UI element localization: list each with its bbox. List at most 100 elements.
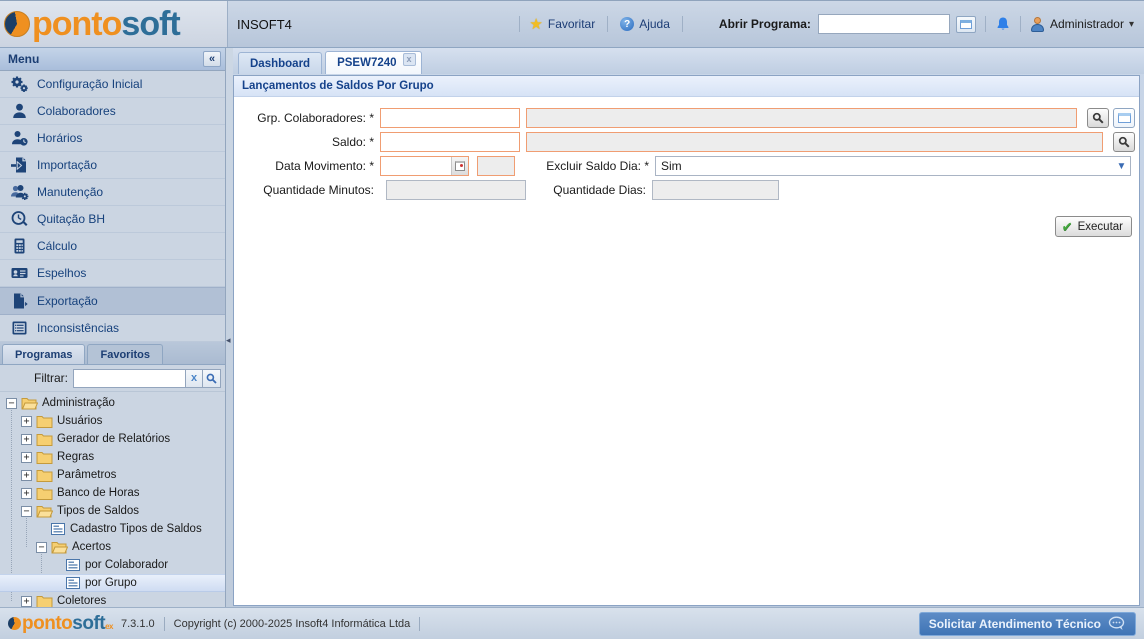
tab-dashboard[interactable]: Dashboard [238, 52, 322, 74]
tab-programas[interactable]: Programas [2, 344, 85, 364]
tree-node-gerador-de-relatorios[interactable]: + Gerador de Relatórios [0, 430, 225, 448]
tree-node-banco-de-horas[interactable]: + Banco de Horas [0, 484, 225, 502]
saldo-label: Saldo: * [234, 135, 380, 149]
open-folder-icon [51, 540, 68, 554]
open-program-label: Abrir Programa: [719, 17, 811, 31]
collapse-node-icon[interactable]: − [6, 398, 17, 409]
help-button[interactable]: ? Ajuda [620, 17, 670, 31]
user-menu[interactable]: Administrador ▾ [1030, 17, 1134, 32]
sidebar-item-exportacao[interactable]: Exportação [0, 287, 225, 315]
tree-node-label: Coletores [57, 595, 106, 607]
program-icon [64, 576, 81, 590]
header-separator [1020, 16, 1021, 32]
gears-icon [10, 75, 29, 93]
sidebar-item-label: Exportação [37, 294, 98, 308]
expand-node-icon[interactable]: + [21, 596, 32, 607]
tree-node-regras[interactable]: + Regras [0, 448, 225, 466]
main-layout: Menu « Configuração Inicial Colaboradore… [0, 48, 1144, 607]
sidebar-item-manutencao[interactable]: Manutenção [0, 179, 225, 206]
date-picker-button[interactable] [451, 157, 468, 175]
sidebar-item-inconsistencias[interactable]: Inconsistências [0, 315, 225, 342]
tab-psew7240[interactable]: PSEW7240 x [325, 51, 421, 74]
saldo-code-input[interactable] [380, 132, 520, 152]
version-label: 7.3.1.0 [121, 618, 155, 630]
tree-node-label: por Grupo [85, 577, 137, 589]
tree-node-cadastro-tipos-de-saldos[interactable]: Cadastro Tipos de Saldos [0, 520, 225, 538]
close-tab-icon[interactable]: x [403, 53, 416, 66]
filter-input[interactable] [73, 369, 185, 388]
grp-colaboradores-search-button[interactable] [1087, 108, 1109, 128]
collapse-sidebar-button[interactable]: « [203, 51, 221, 67]
grp-colaboradores-code-input[interactable] [380, 108, 520, 128]
tree-node-parametros[interactable]: + Parâmetros [0, 466, 225, 484]
executar-button[interactable]: ✔ Executar [1055, 216, 1132, 237]
program-tree: − Administração + Usuários + Gerador de … [0, 392, 225, 607]
filter-search-button[interactable] [203, 369, 221, 388]
expand-node-icon[interactable]: + [21, 434, 32, 445]
header-separator [519, 16, 520, 32]
collapse-node-icon[interactable]: − [21, 506, 32, 517]
sidebar: Menu « Configuração Inicial Colaboradore… [0, 48, 226, 607]
tree-node-acertos[interactable]: − Acertos [0, 538, 225, 556]
saldo-search-button[interactable] [1113, 132, 1135, 152]
sidebar-item-quitacao-bh[interactable]: Quitação BH [0, 206, 225, 233]
sidebar-item-horarios[interactable]: Horários [0, 125, 225, 152]
sidebar-item-label: Cálculo [37, 239, 77, 253]
action-row: ✔ Executar [234, 216, 1139, 237]
quantidade-dias-field [652, 180, 779, 200]
tree-node-coletores[interactable]: + Coletores [0, 592, 225, 607]
tab-favoritos[interactable]: Favoritos [87, 344, 163, 364]
excluir-saldo-dia-value: Sim [656, 159, 1113, 173]
data-movimento-input[interactable] [381, 157, 451, 175]
tree-node-usuarios[interactable]: + Usuários [0, 412, 225, 430]
tree-node-label: Acertos [72, 541, 111, 553]
open-program-window-button[interactable] [956, 16, 976, 33]
filter-bar: Filtrar: x [0, 365, 225, 392]
sidebar-item-calculo[interactable]: Cálculo [0, 233, 225, 260]
notifications-bell-icon[interactable] [995, 16, 1011, 32]
tree-node-label: Gerador de Relatórios [57, 433, 170, 445]
folder-icon [36, 468, 53, 482]
sidebar-item-configuracao-inicial[interactable]: Configuração Inicial [0, 71, 225, 98]
grp-colaboradores-browse-button[interactable] [1113, 108, 1135, 128]
form-row-quantidades: Quantidade Minutos: Quantidade Dias: [234, 180, 1139, 200]
tree-node-por-grupo-selected[interactable]: por Grupo [0, 574, 225, 592]
excluir-saldo-dia-select[interactable]: Sim ▼ [655, 156, 1131, 176]
sidebar-item-importacao[interactable]: Importação [0, 152, 225, 179]
chevron-down-icon[interactable]: ▼ [1113, 157, 1130, 175]
filter-clear-button[interactable]: x [185, 369, 203, 388]
sidebar-item-espelhos[interactable]: Espelhos [0, 260, 225, 287]
tree-node-por-colaborador[interactable]: por Colaborador [0, 556, 225, 574]
favorite-button[interactable]: ★ Favoritar [529, 15, 595, 33]
logo-text-ponto: ponto [22, 613, 72, 635]
id-card-icon [10, 264, 29, 282]
tab-label: Dashboard [250, 58, 310, 70]
open-program-input[interactable] [818, 14, 950, 34]
tree-node-tipos-de-saldos[interactable]: − Tipos de Saldos [0, 502, 225, 520]
executar-label: Executar [1078, 221, 1123, 233]
expand-node-icon[interactable]: + [21, 452, 32, 463]
sidebar-item-colaboradores[interactable]: Colaboradores [0, 98, 225, 125]
sidebar-item-label: Horários [37, 131, 82, 145]
search-icon [1118, 136, 1130, 148]
user-name-label: Administrador [1050, 17, 1124, 31]
sidebar-item-label: Espelhos [37, 266, 86, 280]
menu-title: Menu [8, 52, 203, 66]
form-row-data-movimento: Data Movimento: * Excluir Saldo Dia: * S… [234, 156, 1139, 176]
expand-node-icon[interactable]: + [21, 488, 32, 499]
sidebar-item-label: Manutenção [37, 185, 103, 199]
expand-node-icon[interactable]: + [21, 470, 32, 481]
expand-node-icon[interactable]: + [21, 416, 32, 427]
data-movimento-field [380, 156, 469, 176]
sidebar-splitter[interactable]: ◂ [226, 48, 233, 607]
filter-label: Filtrar: [34, 371, 68, 385]
tree-node-administracao[interactable]: − Administração [0, 394, 225, 412]
collapse-node-icon[interactable]: − [36, 542, 47, 553]
logo-text-soft: soft [72, 613, 105, 635]
folder-icon [36, 450, 53, 464]
folder-icon [36, 432, 53, 446]
splitter-collapse-arrow-icon[interactable]: ◂ [226, 335, 231, 346]
header-separator [682, 16, 683, 32]
program-icon [64, 558, 81, 572]
support-request-button[interactable]: Solicitar Atendimento Técnico [919, 612, 1136, 636]
